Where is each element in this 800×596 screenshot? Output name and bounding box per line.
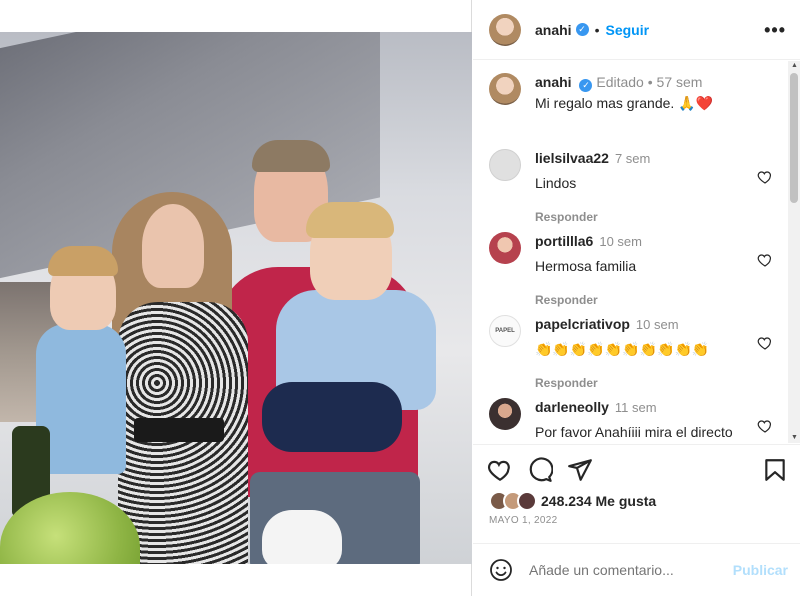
post-header: anahi ✓ • Seguir ••• [473,0,800,60]
publish-button[interactable]: Publicar [733,562,788,578]
verified-icon: ✓ [579,79,593,92]
comment-text: Hermosa familia [535,258,637,274]
commenter-avatar[interactable] [489,232,521,264]
author-avatar[interactable] [489,13,521,46]
photo-man-hair [252,140,330,172]
separator-dot: • [594,21,600,38]
post-actions: 248.234 Me gusta MAYO 1, 2022 [473,444,800,544]
post-date[interactable]: MAYO 1, 2022 [489,515,557,526]
post-side-panel: anahi ✓ • Seguir ••• anahi ✓ Editado • 5… [473,0,800,596]
commenter-username[interactable]: darleneolly [535,399,609,415]
comment-time[interactable]: 11 sem [615,400,657,415]
photo-child-held-hair [306,202,394,238]
liker-avatar [517,491,537,511]
reply-button[interactable]: Responder [535,208,650,226]
post-photo[interactable] [0,32,472,564]
add-comment-input[interactable] [529,562,729,578]
comment-bubble-icon[interactable] [527,457,553,483]
emoji-icon[interactable] [489,558,513,582]
caption-avatar[interactable] [489,73,521,105]
comment-text: 👏👏👏👏👏👏👏👏👏👏 [535,341,710,357]
photo-child-held-shoe [262,510,342,564]
comment-text: Lindos [535,175,577,191]
likes-summary[interactable]: 248.234 Me gusta [489,491,656,511]
commenter-avatar[interactable] [489,398,521,430]
follow-button[interactable]: Seguir [605,22,649,38]
like-comment-heart-icon[interactable] [757,418,773,434]
commenter-avatar[interactable] [489,149,521,181]
more-options-icon[interactable]: ••• [764,20,786,41]
commenter-username[interactable]: papelcriativop [535,316,630,332]
scroll-up-arrow-icon[interactable]: ▲ [791,62,798,69]
comment-time[interactable]: 7 sem [615,151,650,166]
photo-woman-belt [134,418,224,442]
photo-woman-head [142,204,204,288]
comment-text: Por favor Anahíiii mira el directo [535,424,733,440]
comment-item: portillla6 10 sem Hermosa familia Respond… [489,232,789,309]
add-comment-bar: Publicar [473,543,800,596]
caption-time[interactable]: 57 sem [657,74,703,90]
commenter-avatar[interactable]: PAPEL [489,315,521,347]
save-bookmark-icon[interactable] [762,457,788,483]
comments-list[interactable]: anahi ✓ Editado • 57 sem Mi regalo mas g… [473,61,800,443]
scroll-down-arrow-icon[interactable]: ▼ [791,434,798,441]
likes-count[interactable]: 248.234 Me gusta [541,493,656,509]
author-username[interactable]: anahi [535,22,572,38]
scrollbar-thumb[interactable] [790,73,798,203]
reply-button[interactable]: Responder [535,291,642,309]
share-paper-plane-icon[interactable] [567,457,593,483]
caption-text: Mi regalo mas grande. 🙏❤️ [535,95,714,111]
like-heart-icon[interactable] [487,457,513,483]
separator-dot: • [647,74,657,90]
caption-username[interactable]: anahi [535,74,572,90]
reply-button[interactable]: Responder [535,374,709,392]
post-caption: anahi ✓ Editado • 57 sem Mi regalo mas g… [489,73,713,112]
comment-item: PAPEL papelcriativop 10 sem 👏👏👏👏👏👏👏👏👏👏 Re… [489,315,789,392]
comments-scrollbar[interactable]: ▲ ▼ [788,61,800,443]
photo-child-left-hair [48,246,118,276]
like-comment-heart-icon[interactable] [757,169,773,185]
comment-item: darleneolly 11 sem Por favor Anahíiii mir… [489,398,789,441]
verified-icon: ✓ [575,23,589,36]
comment-item: lielsilvaa22 7 sem Lindos Responder [489,149,789,226]
like-comment-heart-icon[interactable] [757,335,773,351]
edited-label: Editado [596,74,644,90]
commenter-username[interactable]: lielsilvaa22 [535,150,609,166]
comment-time[interactable]: 10 sem [599,234,642,249]
commenter-username[interactable]: portillla6 [535,233,593,249]
like-comment-heart-icon[interactable] [757,252,773,268]
post-media [0,0,472,596]
photo-child-held-shorts [262,382,402,452]
comment-time[interactable]: 10 sem [636,317,679,332]
